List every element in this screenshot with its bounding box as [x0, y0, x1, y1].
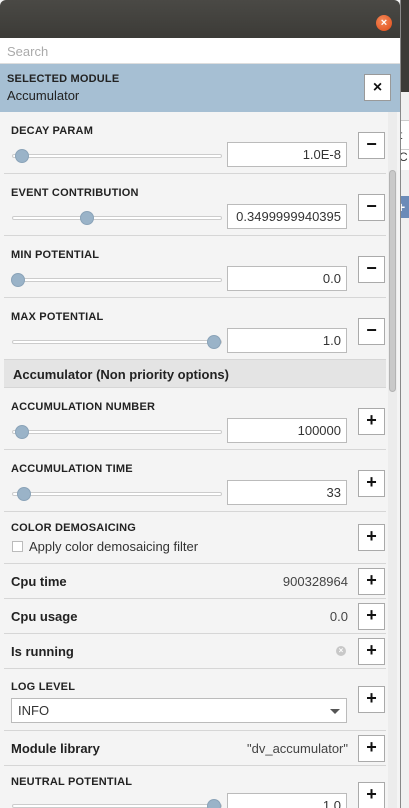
close-icon: × [380, 17, 388, 29]
selected-module-header: SELECTED MODULE Accumulator × [0, 64, 400, 112]
minus-icon: − [366, 196, 377, 216]
add-priority-button[interactable]: + [358, 568, 385, 595]
info-row-is-running: Is running × + [4, 634, 386, 669]
not-running-icon: × [336, 646, 346, 656]
remove-priority-button[interactable]: − [358, 256, 385, 283]
param-row-accumulation-number: ACCUMULATION NUMBER 100000 + [4, 388, 386, 450]
param-row-log-level: LOG LEVEL INFO + [4, 669, 386, 731]
param-row-min-potential: MIN POTENTIAL 0.0 − [4, 236, 386, 298]
param-slider[interactable] [12, 211, 222, 225]
param-value-input[interactable]: 1.0E-8 [227, 142, 347, 167]
vertical-scrollbar[interactable] [388, 112, 397, 808]
add-priority-button[interactable]: + [358, 603, 385, 630]
module-config-popup: × SELECTED MODULE Accumulator × DECAY PA… [0, 0, 401, 808]
param-slider[interactable] [12, 425, 222, 439]
demosaicing-checkbox[interactable] [12, 541, 23, 552]
add-priority-button[interactable]: + [358, 470, 385, 497]
slider-knob[interactable] [17, 487, 31, 501]
minus-icon: − [366, 258, 377, 278]
param-name: ACCUMULATION TIME [11, 463, 133, 475]
plus-icon: + [366, 688, 377, 708]
chevron-down-icon [330, 709, 340, 714]
minus-icon: − [366, 134, 377, 154]
param-row-max-potential: MAX POTENTIAL 1.0 − [4, 298, 386, 360]
info-value: 0.0 [329, 609, 348, 624]
info-value: 900328964 [282, 574, 348, 589]
close-icon: × [372, 79, 383, 96]
add-priority-button[interactable]: + [358, 782, 385, 808]
param-slider[interactable] [11, 273, 222, 287]
minus-icon: − [366, 320, 377, 340]
param-slider[interactable] [12, 799, 222, 808]
plus-icon: + [366, 737, 377, 757]
window-titlebar: × [0, 0, 400, 38]
info-key: Module library [11, 741, 100, 756]
param-row-color-demosaicing: COLOR DEMOSAICING Apply color demosaicin… [4, 512, 386, 564]
param-value-input[interactable]: 33 [227, 480, 347, 505]
plus-icon: + [366, 526, 377, 546]
plus-icon: + [366, 472, 377, 492]
param-slider[interactable] [12, 335, 222, 349]
slider-knob[interactable] [11, 273, 25, 287]
info-value: "dv_accumulator" [247, 741, 348, 756]
add-priority-button[interactable]: + [358, 408, 385, 435]
selected-module-name: Accumulator [7, 88, 80, 103]
param-slider[interactable] [12, 149, 222, 163]
slider-knob[interactable] [80, 211, 94, 225]
slider-knob[interactable] [207, 335, 221, 349]
param-value-input[interactable]: 1.0 [227, 328, 347, 353]
options-scroll-area: DECAY PARAM 1.0E-8 − EVENT CONTRIBUTION … [0, 112, 401, 808]
section-header-non-priority: Accumulator (Non priority options) [4, 360, 386, 388]
search-bar [0, 38, 400, 64]
slider-knob[interactable] [207, 799, 221, 808]
param-value-input[interactable]: 100000 [227, 418, 347, 443]
param-name: COLOR DEMOSAICING [11, 522, 137, 534]
info-row-cpu-time: Cpu time 900328964 + [4, 564, 386, 599]
param-value-input[interactable]: 0.0 [227, 266, 347, 291]
remove-module-button[interactable]: × [364, 74, 391, 101]
info-key: Is running [11, 644, 74, 659]
remove-priority-button[interactable]: − [358, 132, 385, 159]
param-value-input[interactable]: 1.0 [227, 793, 347, 808]
param-row-decay: DECAY PARAM 1.0E-8 − [4, 112, 386, 174]
param-value-input[interactable]: 0.3499999940395 [227, 204, 347, 229]
plus-icon: + [366, 605, 377, 625]
param-name: NEUTRAL POTENTIAL [11, 776, 133, 788]
param-name: DECAY PARAM [11, 125, 94, 137]
demosaicing-checkbox-label[interactable]: Apply color demosaicing filter [29, 539, 198, 554]
param-name: EVENT CONTRIBUTION [11, 187, 139, 199]
options-list: DECAY PARAM 1.0E-8 − EVENT CONTRIBUTION … [4, 112, 386, 808]
log-level-select[interactable]: INFO [11, 698, 347, 723]
window-close-button[interactable]: × [376, 15, 392, 31]
remove-priority-button[interactable]: − [358, 194, 385, 221]
search-input[interactable] [7, 44, 393, 59]
info-key: Cpu time [11, 574, 67, 589]
plus-icon: + [366, 640, 377, 660]
param-name: MAX POTENTIAL [11, 311, 104, 323]
info-row-module-library: Module library "dv_accumulator" + [4, 731, 386, 766]
add-priority-button[interactable]: + [358, 524, 385, 551]
param-name: ACCUMULATION NUMBER [11, 401, 156, 413]
log-level-value: INFO [18, 703, 50, 718]
param-slider[interactable] [12, 487, 222, 501]
param-row-accumulation-time: ACCUMULATION TIME 33 + [4, 450, 386, 512]
param-row-event-contribution: EVENT CONTRIBUTION 0.3499999940395 − [4, 174, 386, 236]
param-name: MIN POTENTIAL [11, 249, 100, 261]
selected-module-label: SELECTED MODULE [7, 73, 120, 85]
plus-icon: + [366, 570, 377, 590]
param-row-neutral-potential: NEUTRAL POTENTIAL 1.0 + [4, 766, 386, 808]
add-priority-button[interactable]: + [358, 686, 385, 713]
info-row-cpu-usage: Cpu usage 0.0 + [4, 599, 386, 634]
plus-icon: + [366, 784, 377, 804]
remove-priority-button[interactable]: − [358, 318, 385, 345]
info-key: Cpu usage [11, 609, 78, 624]
slider-knob[interactable] [15, 149, 29, 163]
plus-icon: + [366, 410, 377, 430]
param-name: LOG LEVEL [11, 681, 76, 693]
add-priority-button[interactable]: + [358, 735, 385, 762]
slider-knob[interactable] [15, 425, 29, 439]
add-priority-button[interactable]: + [358, 638, 385, 665]
scrollbar-thumb[interactable] [389, 170, 396, 392]
